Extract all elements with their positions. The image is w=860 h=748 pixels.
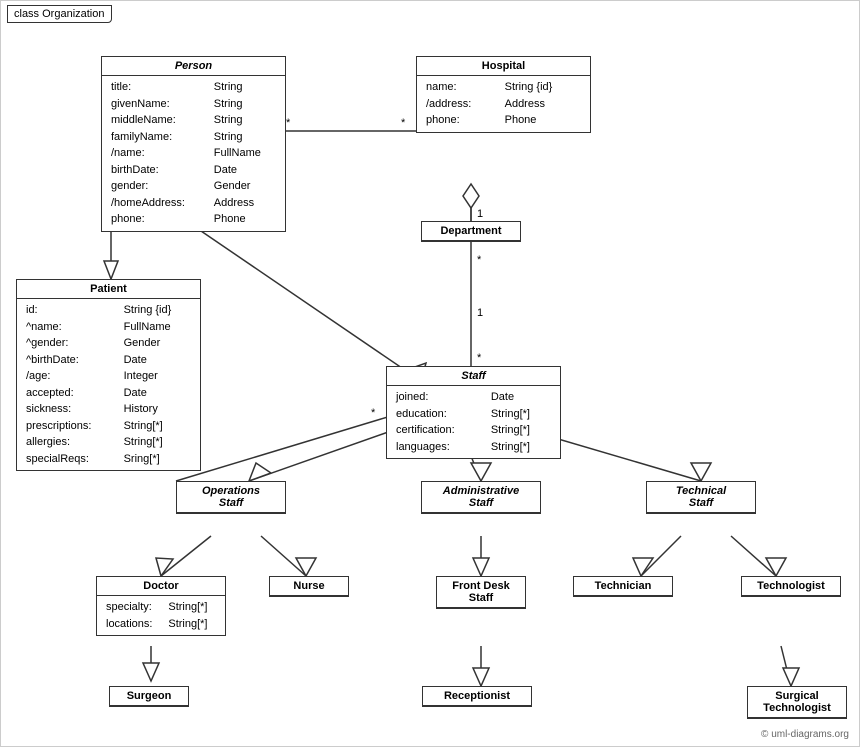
diagram-title: class Organization: [7, 5, 112, 23]
class-technologist: Technologist: [741, 576, 841, 597]
svg-text:1: 1: [477, 208, 483, 220]
svg-text:*: *: [286, 117, 291, 129]
class-staff: Staff joined:Date education:String[*] ce…: [386, 366, 561, 459]
svg-text:*: *: [371, 407, 376, 419]
class-hospital-attrs: name:String {id} /address:Address phone:…: [417, 76, 590, 132]
class-technical-staff-title: Technical Staff: [647, 482, 755, 513]
class-person: Person title:String givenName:String mid…: [101, 56, 286, 232]
class-surgical-technologist: Surgical Technologist: [747, 686, 847, 719]
class-surgeon-title: Surgeon: [110, 687, 188, 706]
class-surgeon: Surgeon: [109, 686, 189, 707]
svg-text:*: *: [401, 117, 406, 129]
class-administrative-staff: Administrative Staff: [421, 481, 541, 514]
class-doctor: Doctor specialty:String[*] locations:Str…: [96, 576, 226, 636]
class-hospital: Hospital name:String {id} /address:Addre…: [416, 56, 591, 133]
class-receptionist: Receptionist: [422, 686, 532, 707]
class-front-desk-staff: Front Desk Staff: [436, 576, 526, 609]
class-technical-staff: Technical Staff: [646, 481, 756, 514]
class-person-attrs: title:String givenName:String middleName…: [102, 76, 285, 231]
class-staff-attrs: joined:Date education:String[*] certific…: [387, 386, 560, 458]
diagram-container: class Organization * * 1 * 1 *: [0, 0, 860, 747]
class-nurse: Nurse: [269, 576, 349, 597]
class-technologist-title: Technologist: [742, 577, 840, 596]
svg-text:*: *: [477, 352, 482, 364]
class-front-desk-staff-title: Front Desk Staff: [437, 577, 525, 608]
class-doctor-title: Doctor: [97, 577, 225, 596]
class-administrative-staff-title: Administrative Staff: [422, 482, 540, 513]
class-patient-attrs: id:String {id} ^name:FullName ^gender:Ge…: [17, 299, 200, 470]
svg-text:*: *: [477, 254, 482, 266]
class-technician-title: Technician: [574, 577, 672, 596]
class-department: Department: [421, 221, 521, 242]
class-staff-title: Staff: [387, 367, 560, 386]
class-receptionist-title: Receptionist: [423, 687, 531, 706]
svg-text:1: 1: [477, 307, 483, 319]
class-surgical-technologist-title: Surgical Technologist: [748, 687, 846, 718]
copyright: © uml-diagrams.org: [761, 729, 849, 740]
class-person-title: Person: [102, 57, 285, 76]
class-operations-staff-title: Operations Staff: [177, 482, 285, 513]
class-patient-title: Patient: [17, 280, 200, 299]
class-technician: Technician: [573, 576, 673, 597]
class-doctor-attrs: specialty:String[*] locations:String[*]: [97, 596, 225, 635]
class-patient: Patient id:String {id} ^name:FullName ^g…: [16, 279, 201, 471]
class-nurse-title: Nurse: [270, 577, 348, 596]
class-hospital-title: Hospital: [417, 57, 590, 76]
class-department-title: Department: [422, 222, 520, 241]
class-operations-staff: Operations Staff: [176, 481, 286, 514]
